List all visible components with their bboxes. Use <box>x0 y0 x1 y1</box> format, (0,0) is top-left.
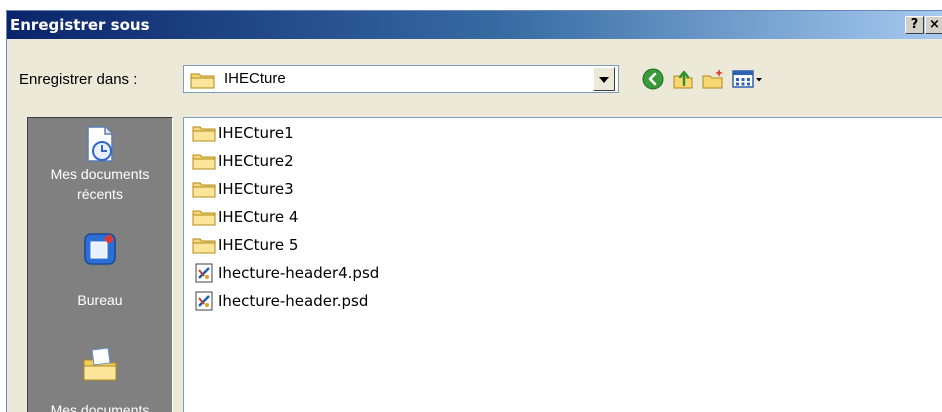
my-documents-icon <box>83 347 117 381</box>
file-name: IHECture 4 <box>218 208 299 226</box>
folder-icon <box>192 182 216 198</box>
save-as-dialog: Enregistrer sous ? × Enregistrer dans : … <box>6 10 942 412</box>
file-name: IHECture 5 <box>218 236 299 254</box>
list-item[interactable]: IHECture 4 <box>192 206 298 228</box>
folder-icon <box>192 210 216 226</box>
folder-icon <box>192 238 216 254</box>
file-name: IHECture1 <box>218 124 294 142</box>
folder-icon <box>192 154 216 170</box>
place-label: Mes documents <box>50 402 150 412</box>
list-item[interactable]: IHECture 5 <box>192 234 298 256</box>
up-folder-icon[interactable] <box>671 67 695 91</box>
list-item[interactable]: Ihecture-header4.psd <box>192 262 379 284</box>
list-item[interactable]: IHECture2 <box>192 150 294 172</box>
folder-icon <box>192 126 216 142</box>
place-my-documents[interactable]: Mes documents <box>28 344 172 412</box>
psd-file-icon <box>195 263 213 283</box>
list-item[interactable]: IHECture3 <box>192 178 294 200</box>
recent-documents-icon <box>87 126 113 162</box>
chevron-down-icon <box>599 77 609 83</box>
place-recent-documents[interactable]: Mes documents récents <box>28 124 172 204</box>
file-name: Ihecture-header.psd <box>218 292 369 310</box>
window-title: Enregistrer sous <box>10 16 150 34</box>
folder-icon <box>190 73 215 89</box>
title-bar[interactable]: Enregistrer sous ? × <box>7 11 942 39</box>
help-button[interactable]: ? <box>905 16 924 34</box>
new-folder-icon[interactable] <box>701 67 725 91</box>
psd-file-icon <box>195 291 213 311</box>
back-icon[interactable] <box>641 67 665 91</box>
list-item[interactable]: Ihecture-header.psd <box>192 290 368 312</box>
places-bar: Mes documents récents Bureau Mes documen… <box>27 117 173 412</box>
close-button[interactable]: × <box>925 16 942 34</box>
place-desktop[interactable]: Bureau <box>28 230 172 310</box>
file-name: Ihecture-header4.psd <box>218 264 380 282</box>
list-item[interactable]: IHECture1 <box>192 122 294 144</box>
place-label: récents <box>77 186 123 202</box>
save-in-dropdown[interactable]: IHECture <box>183 65 619 93</box>
file-name: IHECture2 <box>218 152 294 170</box>
file-name: IHECture3 <box>218 180 294 198</box>
file-list[interactable]: IHECture1 IHECture2 IHECture3 IHECture 4… <box>183 117 942 412</box>
save-in-label: Enregistrer dans : <box>19 71 138 88</box>
dropdown-arrow-button[interactable] <box>593 67 615 91</box>
views-menu-icon[interactable] <box>731 67 767 91</box>
place-label: Bureau <box>77 292 123 308</box>
current-folder-name: IHECture <box>224 70 286 87</box>
place-label: Mes documents <box>50 166 150 182</box>
desktop-icon <box>84 233 116 265</box>
